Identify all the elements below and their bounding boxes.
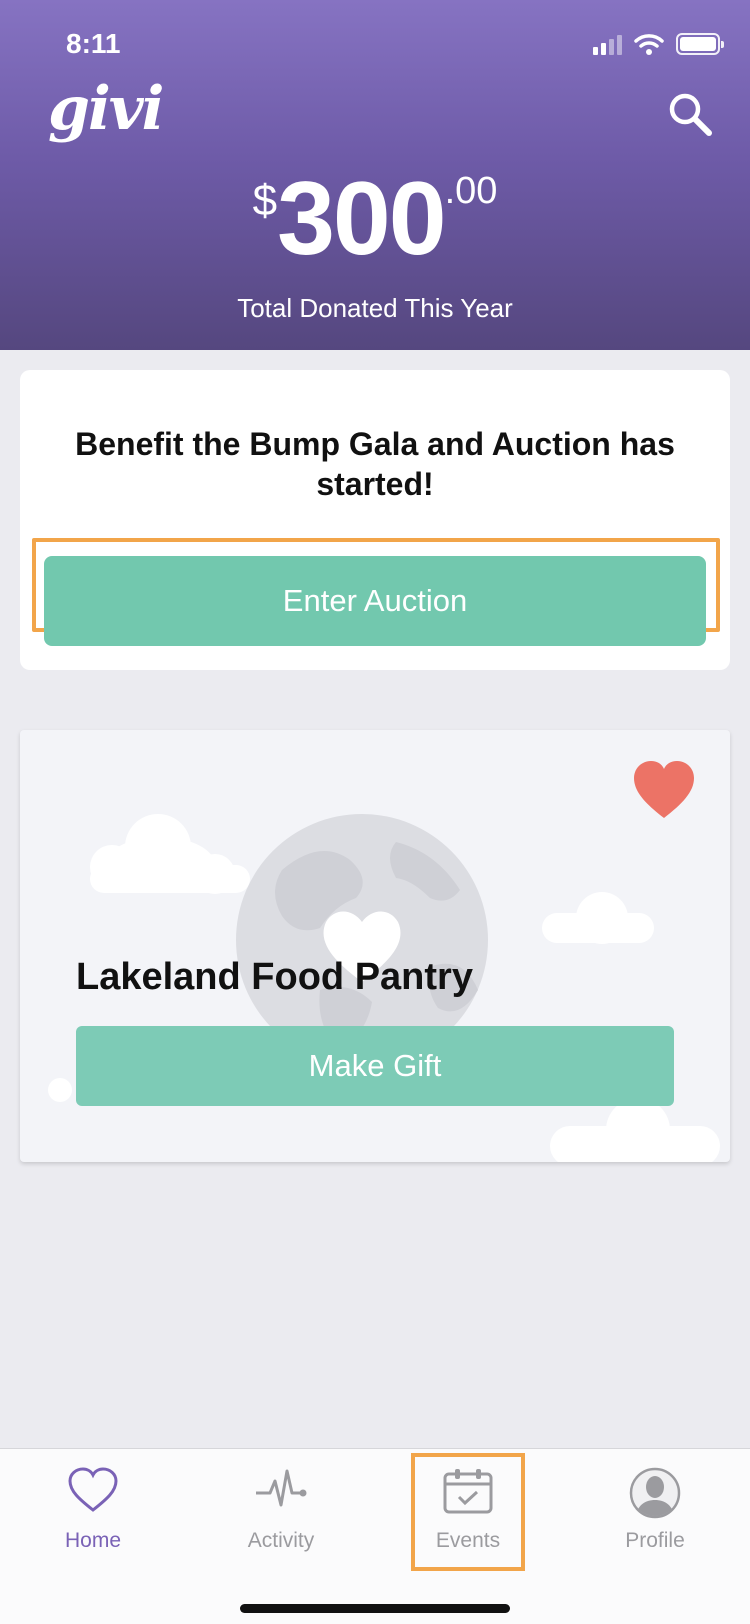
calendar-check-icon [443,1469,493,1514]
total-donated-amount: $300.00 [0,160,750,279]
tab-activity-label: Activity [247,1529,315,1552]
heart-icon[interactable] [632,760,696,820]
battery-icon [676,33,724,55]
amount-cents: .00 [444,170,498,212]
status-icons [593,32,724,56]
header: 8:11 givi $300.00 Total Donated This Yea… [0,0,750,350]
charity-name: Lakeland Food Pantry [76,956,473,998]
tab-activity[interactable]: Activity [206,1449,356,1569]
person-icon [629,1467,681,1519]
status-time: 8:11 [66,28,121,59]
charity-card[interactable]: Lakeland Food Pantry Make Gift [20,730,730,1162]
event-notice-card: Benefit the Bump Gala and Auction has st… [20,370,730,670]
search-icon[interactable] [666,90,714,138]
cellular-signal-icon [593,33,622,55]
home-indicator [240,1604,510,1613]
tab-profile-label: Profile [625,1529,685,1552]
amount-whole: 300 [277,161,447,277]
make-gift-button[interactable]: Make Gift [76,1026,674,1106]
tab-profile[interactable]: Profile [580,1449,730,1569]
tab-home[interactable]: Home [18,1449,168,1569]
pulse-icon [256,1469,307,1507]
enter-auction-button[interactable]: Enter Auction [44,556,706,646]
currency-symbol: $ [252,176,278,225]
tab-bar: Home Activity Events Profile [0,1448,750,1624]
tab-events[interactable]: Events [393,1449,543,1569]
total-donated-label: Total Donated This Year [237,293,513,323]
app-logo: givi [48,74,164,144]
heart-outline-icon [68,1467,118,1512]
tab-home-label: Home [64,1529,122,1552]
wifi-icon [634,34,664,55]
tab-events-label: Events [435,1529,501,1552]
event-notice-title: Benefit the Bump Gala and Auction has st… [75,426,675,502]
